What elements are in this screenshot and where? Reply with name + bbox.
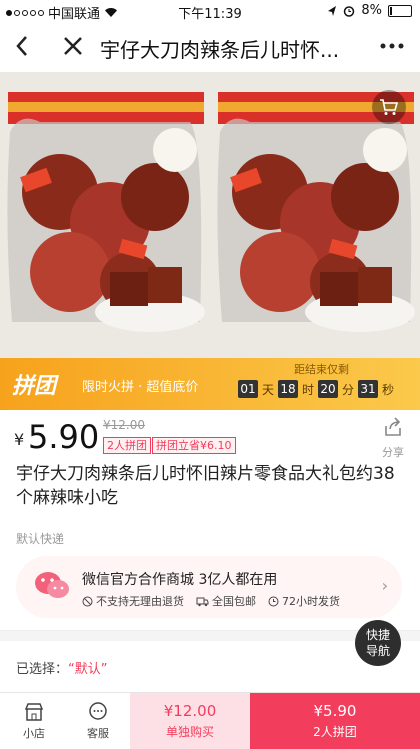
location-icon	[328, 5, 337, 16]
current-price: 5.90	[28, 418, 100, 456]
shop-button[interactable]: 小店	[4, 693, 64, 749]
countdown-unit: 天	[262, 382, 275, 397]
chat-icon	[89, 702, 107, 720]
share-button[interactable]: 分享	[378, 416, 408, 460]
selected-label: 已选择：	[16, 662, 69, 677]
status-bar: 中国联通 下午11:39 8%	[0, 0, 420, 22]
product-image[interactable]	[0, 72, 420, 358]
selected-option[interactable]: 已选择：“默认”	[16, 658, 108, 677]
countdown-timer: 01 天 18 时 20 分 31 秒	[238, 380, 394, 398]
share-icon	[385, 417, 401, 436]
page-title: 宇仔大刀肉辣条后儿时怀...	[100, 38, 340, 62]
feature-label: 全国包邮	[212, 595, 256, 608]
truck-icon	[196, 597, 209, 606]
feature-label: 不支持无理由退货	[96, 595, 184, 608]
group-label: 2人拼团	[313, 725, 357, 739]
group-size-tag: 2人拼团	[103, 437, 151, 454]
group-buy-button[interactable]: ¥5.90 2人拼团	[250, 693, 420, 749]
countdown-minutes: 20	[318, 380, 339, 398]
chevron-right-icon: ›	[381, 576, 388, 595]
share-label: 分享	[382, 446, 404, 459]
countdown-title: 距结束仅剩	[294, 363, 349, 376]
solo-price: ¥12.00	[163, 702, 217, 720]
nav-bar: 宇仔大刀肉辣条后儿时怀...	[0, 22, 420, 73]
cart-icon	[380, 99, 399, 115]
price-row: ¥ 5.90 ¥12.00 2人拼团 拼团立省¥6.10 分享	[0, 410, 420, 462]
currency-symbol: ¥	[14, 430, 25, 449]
shop-label: 小店	[23, 727, 45, 740]
countdown-hours: 18	[278, 380, 299, 398]
cart-button[interactable]	[372, 90, 406, 124]
buy-alone-button[interactable]: ¥12.00 单独购买	[130, 693, 250, 749]
quick-nav-button[interactable]: 快捷 导航	[355, 620, 401, 666]
solo-label: 单独购买	[165, 725, 214, 739]
more-icon[interactable]	[378, 32, 406, 66]
countdown-days: 01	[238, 380, 258, 398]
feature-ship-time: 72小时发货	[268, 593, 340, 609]
group-buy-badge: 拼团	[12, 374, 57, 399]
feature-free-shipping: 全国包邮	[196, 593, 256, 609]
service-label: 客服	[87, 727, 109, 740]
close-icon[interactable]	[62, 32, 84, 66]
no-return-icon	[82, 596, 93, 606]
battery-icon	[388, 4, 412, 17]
feature-no-return: 不支持无理由退货	[82, 593, 184, 609]
alarm-icon	[344, 5, 355, 17]
store-icon	[24, 703, 44, 721]
feature-label: 72小时发货	[282, 595, 340, 608]
delivery-label: 默认快递	[16, 532, 65, 546]
product-title: 宇仔大刀肉辣条后儿时怀旧辣片零食品大礼包约38个麻辣味小吃	[16, 464, 395, 508]
group-buy-banner: 拼团 限时火拼 · 超值底价 距结束仅剩 01 天 18 时 20 分 31 秒	[0, 358, 420, 410]
bottom-action-bar: 小店 客服 ¥12.00 单独购买 ¥5.90 2人拼团	[0, 692, 420, 749]
savings-tag: 拼团立省¥6.10	[152, 437, 236, 454]
countdown-unit: 分	[342, 382, 355, 397]
quick-nav-line1: 快捷	[365, 628, 390, 642]
selected-value: “默认”	[68, 662, 108, 677]
shop-name: 微信官方合作商城 3亿人都在用	[82, 572, 278, 588]
wechat-logo-icon	[35, 572, 69, 598]
shop-card[interactable]: 微信官方合作商城 3亿人都在用 不支持无理由退货 全国包邮 72小时发货 ›	[16, 556, 402, 618]
battery-percent: 8%	[361, 3, 382, 18]
quick-nav-line2: 导航	[365, 644, 390, 658]
original-price: ¥12.00	[103, 418, 145, 432]
countdown-unit: 时	[302, 382, 315, 397]
promo-subtitle: 限时火拼 · 超值底价	[82, 380, 199, 395]
clock-icon	[268, 596, 279, 606]
customer-service-button[interactable]: 客服	[68, 693, 128, 749]
group-price: ¥5.90	[313, 702, 357, 720]
countdown-unit: 秒	[382, 382, 395, 397]
countdown-seconds: 31	[358, 380, 379, 398]
back-icon[interactable]	[12, 32, 32, 66]
